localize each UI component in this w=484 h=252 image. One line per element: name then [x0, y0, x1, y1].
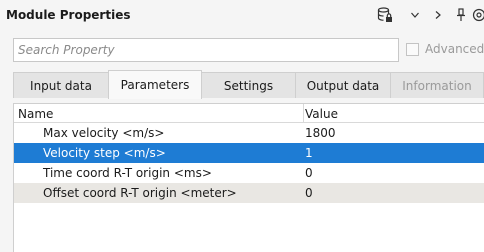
column-header-name[interactable]: Name: [18, 107, 53, 121]
options-icon[interactable]: [472, 6, 484, 24]
tab-label: Settings: [223, 78, 274, 93]
property-row[interactable]: Max velocity <m/s> 1800: [14, 123, 484, 143]
database-lock-icon[interactable]: [376, 6, 394, 24]
pin-icon[interactable]: [452, 6, 470, 24]
property-name: Time coord R-T origin <ms>: [43, 166, 212, 180]
property-name: Max velocity <m/s>: [43, 126, 165, 140]
grid-header: Name Value: [14, 104, 484, 123]
chevron-down-icon[interactable]: [406, 6, 424, 24]
property-row[interactable]: Time coord R-T origin <ms> 0: [14, 163, 484, 183]
property-row[interactable]: Offset coord R-T origin <meter> 0: [14, 183, 484, 203]
column-header-value[interactable]: Value: [305, 107, 338, 121]
search-row: Advanced: [13, 38, 484, 62]
tab-input-data[interactable]: Input data: [13, 72, 109, 98]
tab-information: Information: [390, 72, 484, 98]
search-property-input[interactable]: [13, 38, 399, 62]
property-name: Velocity step <m/s>: [43, 146, 166, 160]
property-value[interactable]: 1: [305, 146, 313, 160]
tab-label: Information: [402, 78, 472, 93]
property-name: Offset coord R-T origin <meter>: [43, 186, 237, 200]
property-value[interactable]: 0: [305, 166, 313, 180]
tab-settings[interactable]: Settings: [201, 72, 296, 98]
chevron-right-icon[interactable]: [429, 6, 447, 24]
advanced-label: Advanced: [425, 42, 484, 56]
tab-label: Output data: [306, 78, 380, 93]
tab-parameters[interactable]: Parameters: [108, 70, 202, 99]
column-divider[interactable]: [303, 104, 304, 123]
property-grid: Name Value Max velocity <m/s> 1800 Veloc…: [13, 103, 484, 252]
tab-label: Parameters: [120, 78, 190, 92]
property-value[interactable]: 0: [305, 186, 313, 200]
tab-label: Input data: [30, 78, 92, 93]
panel-titlebar: Module Properties: [0, 0, 484, 30]
advanced-toggle[interactable]: Advanced: [406, 42, 484, 56]
tab-output-data[interactable]: Output data: [295, 72, 391, 98]
panel-title: Module Properties: [6, 8, 131, 22]
property-row-selected[interactable]: Velocity step <m/s> 1: [14, 143, 484, 163]
advanced-checkbox[interactable]: [406, 42, 419, 56]
property-value[interactable]: 1800: [305, 126, 336, 140]
tab-strip: Input data Parameters Settings Output da…: [13, 70, 484, 99]
